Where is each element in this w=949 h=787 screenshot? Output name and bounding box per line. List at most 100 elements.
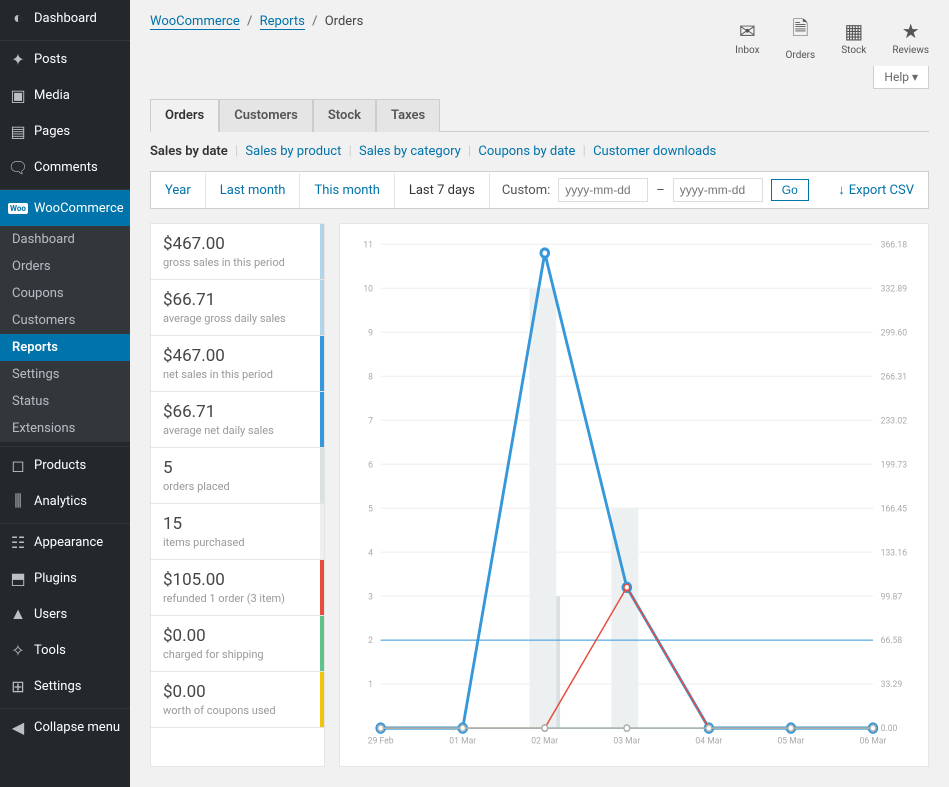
sidebar-item-analytics[interactable]: ⫼Analytics (0, 483, 130, 519)
sidebar-item-products[interactable]: ◻Products (0, 447, 130, 483)
stat-2[interactable]: $467.00net sales in this period (151, 336, 324, 392)
help-tab[interactable]: Help ▾ (873, 66, 929, 89)
stats-sidebar: $467.00gross sales in this period$66.71a… (150, 223, 325, 767)
appearance-icon: ☷ (8, 532, 28, 552)
subtab-sales-by-date[interactable]: Sales by date (150, 144, 228, 159)
collapse-icon: ◀ (8, 717, 28, 737)
sidebar-sub-customers[interactable]: Customers (0, 307, 130, 334)
sidebar-item-settings[interactable]: ⊞Settings (0, 668, 130, 704)
admin-sidebar: ◐ Dashboard ✦ Posts ▣Media ▤ Pages 🗨Comments Woo… (0, 0, 130, 787)
range-year[interactable]: Year (151, 173, 206, 208)
breadcrumb-woocommerce[interactable]: WooCommerce (150, 14, 240, 30)
sidebar-item-label: Collapse menu (34, 720, 120, 735)
sidebar-item-plugins[interactable]: ⬒Plugins (0, 560, 130, 596)
stat-color-indicator (320, 616, 324, 671)
pages-icon: ▤ (8, 121, 28, 141)
stat-color-indicator (320, 504, 324, 559)
svg-text:99.87: 99.87 (881, 592, 903, 602)
stat-value: $105.00 (163, 570, 312, 590)
stat-3[interactable]: $66.71average net daily sales (151, 392, 324, 448)
stat-5[interactable]: 15items purchased (151, 504, 324, 560)
sales-chart: 12345678910110.0033.2966.5899.87133.1616… (352, 236, 916, 754)
subtab-sales-by-product[interactable]: Sales by product (245, 144, 341, 159)
top-reviews[interactable]: ★Reviews (892, 19, 929, 56)
subtab-customer-downloads[interactable]: Customer downloads (593, 144, 716, 159)
stat-label: charged for shipping (163, 648, 312, 661)
subtab-sales-by-category[interactable]: Sales by category (359, 144, 461, 159)
sidebar-item-media[interactable]: ▣Media (0, 77, 130, 113)
sidebar-item-label: Appearance (34, 535, 103, 550)
sidebar-sub-reports[interactable]: Reports (0, 334, 130, 361)
svg-text:8: 8 (368, 372, 373, 382)
stat-6[interactable]: $105.00 refunded 1 order (3 item) (151, 560, 324, 616)
sidebar-item-label: Comments (34, 160, 98, 175)
sidebar-item-label: Pages (34, 124, 70, 139)
svg-text:7: 7 (368, 416, 373, 426)
tab-orders[interactable]: Orders (150, 99, 219, 132)
svg-text:29 Feb: 29 Feb (368, 736, 394, 746)
sidebar-sub-extensions[interactable]: Extensions (0, 415, 130, 442)
sidebar-item-dashboard[interactable]: ◐ Dashboard (0, 0, 130, 36)
top-inbox[interactable]: ✉Inbox (735, 19, 759, 56)
sidebar-sub-dashboard[interactable]: Dashboard (0, 226, 130, 253)
sidebar-item-tools[interactable]: ✧Tools (0, 632, 130, 668)
stat-label: net sales in this period (163, 368, 312, 381)
range-last-7-days[interactable]: Last 7 days (395, 173, 490, 208)
sidebar-sub-status[interactable]: Status (0, 388, 130, 415)
date-from-input[interactable] (558, 178, 648, 202)
report-content: OrdersCustomersStockTaxes Sales by date … (130, 89, 949, 787)
sidebar-item-posts[interactable]: ✦ Posts (0, 41, 130, 77)
sidebar-sub-orders[interactable]: Orders (0, 253, 130, 280)
stat-7[interactable]: $0.00 charged for shipping (151, 616, 324, 672)
sidebar-item-label: Posts (34, 52, 67, 67)
stat-value: $0.00 (163, 626, 312, 646)
sidebar-item-collapse[interactable]: ◀ Collapse menu (0, 709, 130, 745)
sidebar-sub-coupons[interactable]: Coupons (0, 280, 130, 307)
go-button[interactable]: Go (771, 179, 809, 201)
report-body: $467.00gross sales in this period$66.71a… (150, 223, 929, 767)
export-csv[interactable]: ↓Export CSV (824, 172, 928, 208)
top-stock[interactable]: ▦Stock (841, 19, 866, 56)
posts-icon: ✦ (8, 49, 28, 69)
sidebar-item-appearance[interactable]: ☷ Appearance (0, 524, 130, 560)
stat-8[interactable]: $0.00worth of coupons used (151, 672, 324, 728)
tab-taxes[interactable]: Taxes (376, 99, 440, 132)
main-content: WooCommerce / Reports / Orders ✉Inbox🗎Or… (130, 0, 949, 787)
range-last-month[interactable]: Last month (206, 173, 301, 208)
subtab-coupons-by-date[interactable]: Coupons by date (478, 144, 575, 159)
sidebar-item-label: Users (34, 607, 67, 622)
users-icon: ▲ (8, 604, 28, 624)
svg-text:3: 3 (368, 592, 373, 602)
top-orders[interactable]: 🗎Orders (786, 14, 816, 61)
range-this-month[interactable]: This month (300, 173, 394, 208)
stat-color-indicator (320, 280, 324, 335)
stat-0[interactable]: $467.00gross sales in this period (151, 224, 324, 280)
svg-text:266.31: 266.31 (881, 372, 907, 382)
stat-label: refunded 1 order (3 item) (163, 592, 312, 605)
tab-stock[interactable]: Stock (313, 99, 376, 132)
svg-text:33.29: 33.29 (881, 680, 903, 690)
tools-icon: ✧ (8, 640, 28, 660)
sidebar-sub-settings[interactable]: Settings (0, 361, 130, 388)
dashboard-icon: ◐ (8, 8, 28, 28)
svg-text:9: 9 (368, 328, 373, 338)
tab-customers[interactable]: Customers (219, 99, 313, 132)
svg-text:11: 11 (363, 240, 373, 250)
breadcrumb-reports[interactable]: Reports (260, 14, 305, 30)
sidebar-item-label: Analytics (34, 494, 87, 509)
svg-text:1: 1 (368, 680, 373, 690)
sidebar-item-label: Dashboard (34, 11, 97, 26)
sidebar-item-pages[interactable]: ▤ Pages (0, 113, 130, 149)
svg-text:06 Mar: 06 Mar (860, 736, 887, 746)
stat-1[interactable]: $66.71average gross daily sales (151, 280, 324, 336)
svg-text:233.02: 233.02 (881, 416, 907, 426)
plugins-icon: ⬒ (8, 568, 28, 588)
svg-text:299.60: 299.60 (881, 328, 907, 338)
stat-color-indicator (320, 336, 324, 391)
stat-4[interactable]: 5orders placed (151, 448, 324, 504)
sidebar-item-users[interactable]: ▲ Users (0, 596, 130, 632)
date-to-input[interactable] (673, 178, 763, 202)
sidebar-item-woocommerce[interactable]: WooWooCommerce (0, 190, 130, 226)
stat-value: $467.00 (163, 234, 312, 254)
sidebar-item-comments[interactable]: 🗨Comments (0, 149, 130, 185)
